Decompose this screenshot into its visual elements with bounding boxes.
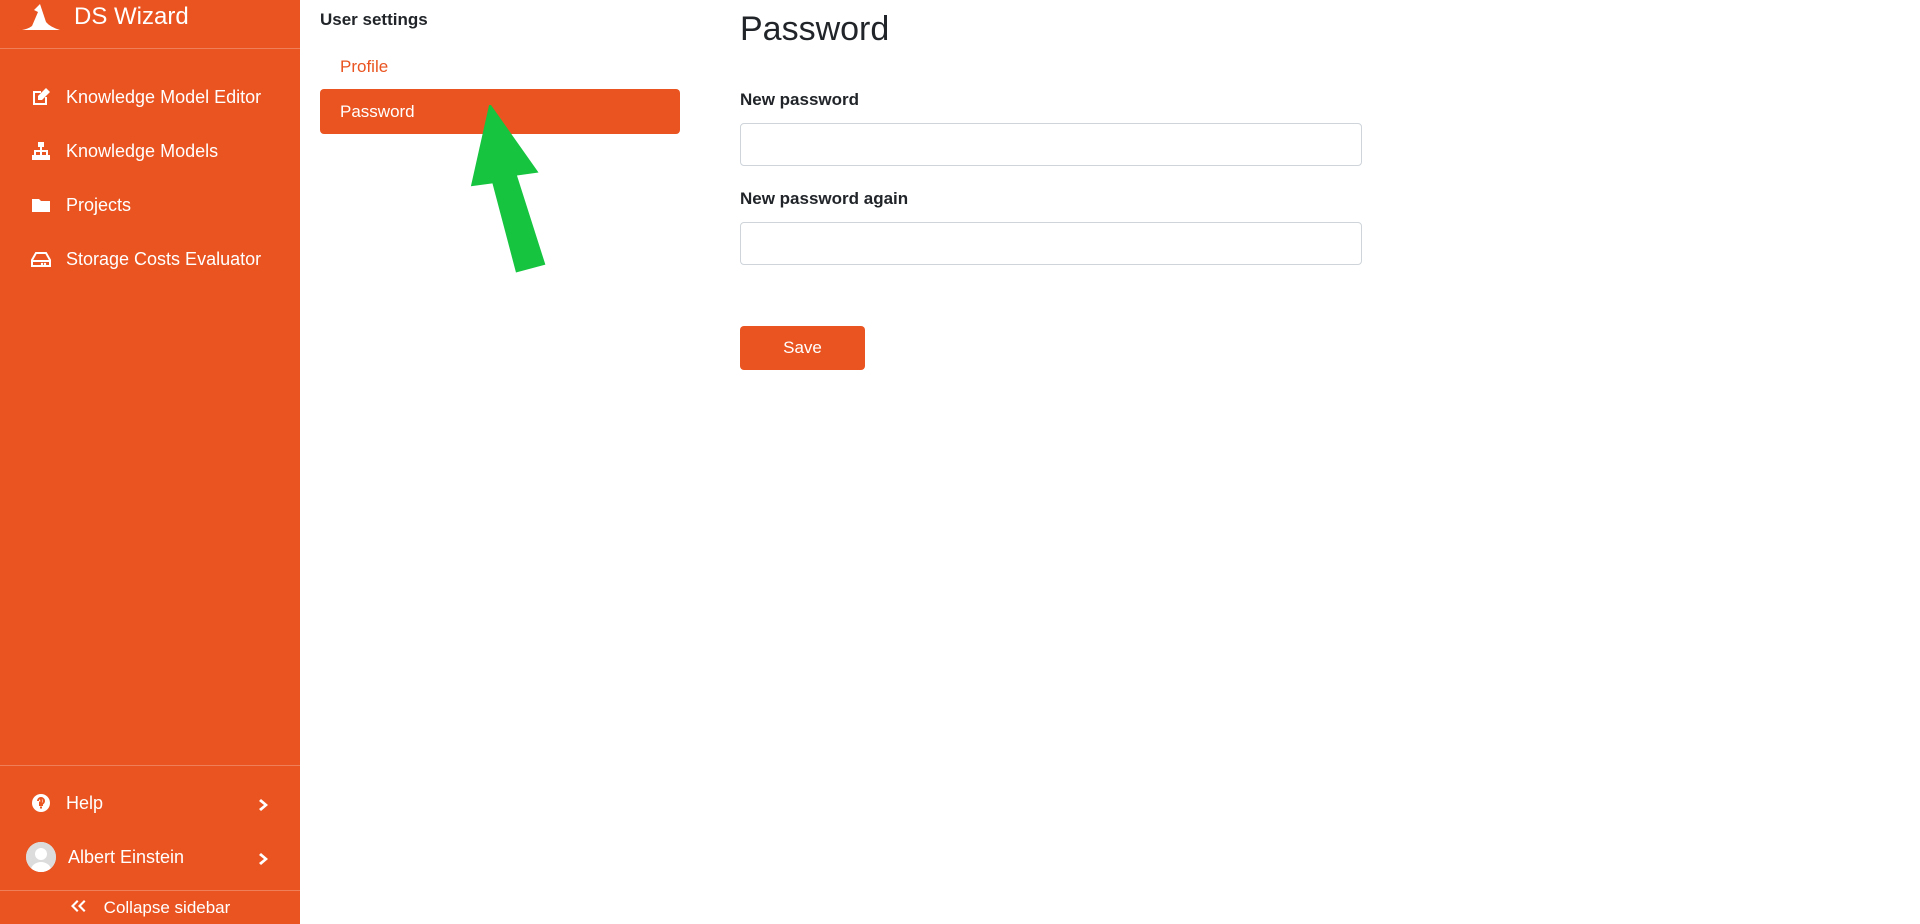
sidebar: DS Wizard Knowledge Model Editor Knowled… [0, 0, 300, 924]
help-menu[interactable]: Help [0, 776, 300, 830]
save-button[interactable]: Save [740, 326, 865, 370]
chevron-right-icon [258, 850, 270, 865]
main-nav: Knowledge Model Editor Knowledge Models … [0, 70, 300, 286]
nav-item-projects[interactable]: Projects [0, 178, 300, 232]
nav-item-label: Knowledge Models [66, 140, 219, 161]
avatar [26, 842, 56, 872]
settings-link-label: Password [340, 101, 415, 121]
nav-item-knowledge-models[interactable]: Knowledge Models [0, 124, 300, 178]
sidebar-bottom: Help Albert Einstein [0, 765, 300, 884]
nav-item-label: Storage Costs Evaluator [66, 248, 262, 269]
folder-icon [30, 194, 52, 216]
settings-link-profile[interactable]: Profile [320, 44, 680, 89]
new-password-again-field[interactable] [740, 222, 1362, 265]
brand-name: DS Wizard [74, 3, 189, 30]
collapse-sidebar-label: Collapse sidebar [103, 897, 231, 917]
brand[interactable]: DS Wizard [0, 0, 300, 49]
edit-icon [30, 86, 52, 108]
new-password-field[interactable] [740, 123, 1362, 166]
settings-link-label: Profile [340, 56, 389, 76]
new-password-label: New password [740, 90, 860, 109]
nav-item-knowledge-model-editor[interactable]: Knowledge Model Editor [0, 70, 300, 124]
hdd-icon [30, 248, 52, 270]
question-circle-icon [30, 792, 52, 814]
wizard-hat-logo-icon [20, 0, 64, 34]
double-chevron-left-icon [70, 898, 104, 918]
sitemap-icon [30, 140, 52, 162]
page-title: Password [740, 10, 890, 48]
nav-item-label: Projects [66, 194, 132, 215]
profile-menu[interactable]: Albert Einstein [0, 830, 300, 884]
new-password-again-label: New password again [740, 189, 909, 208]
nav-item-label: Knowledge Model Editor [66, 86, 262, 107]
nav-item-storage-costs-evaluator[interactable]: Storage Costs Evaluator [0, 232, 300, 286]
user-settings-title: User settings [320, 10, 428, 29]
user-name: Albert Einstein [68, 846, 185, 867]
annotation-arrow-icon [470, 105, 546, 273]
chevron-right-icon [258, 796, 270, 811]
collapse-sidebar-button[interactable]: Collapse sidebar [0, 890, 300, 924]
help-label: Help [66, 792, 104, 813]
